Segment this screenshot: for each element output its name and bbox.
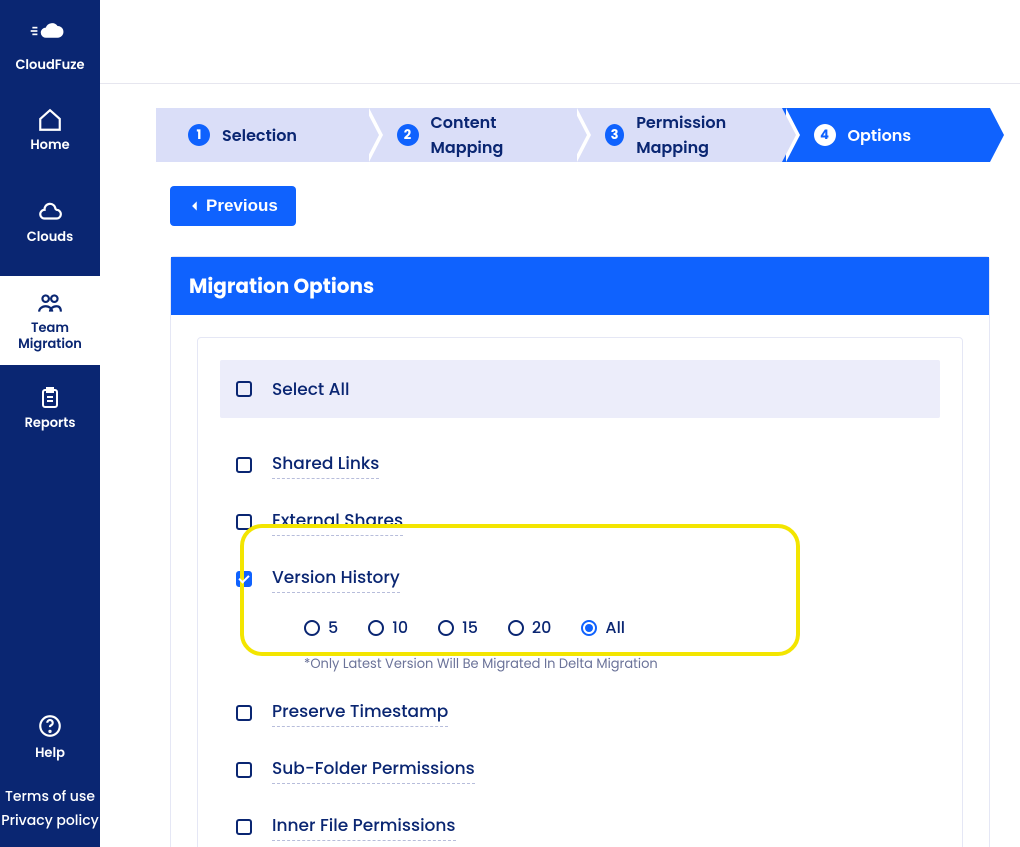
checkbox-shared-links[interactable] <box>236 457 252 473</box>
step-number: 2 <box>397 124 419 146</box>
radio-15[interactable]: 15 <box>438 615 478 640</box>
sidebar-item-label: Clouds <box>27 229 73 245</box>
radio-icon <box>368 620 384 636</box>
option-label: Preserve Timestamp <box>272 698 448 727</box>
step-number: 1 <box>188 124 210 146</box>
sidebar-item-label: Reports <box>25 415 76 431</box>
option-label: Sub-Folder Permissions <box>272 755 475 784</box>
help-icon <box>37 713 63 739</box>
radio-5[interactable]: 5 <box>304 615 338 640</box>
sidebar-item-label: Help <box>35 743 65 763</box>
migration-options-panel: Migration Options Select All Shared Link… <box>170 256 990 847</box>
option-label: Shared Links <box>272 450 379 479</box>
option-shared-links[interactable]: Shared Links <box>220 438 940 491</box>
brand: CloudFuze <box>15 20 84 75</box>
panel-title: Migration Options <box>171 257 989 315</box>
option-label: Inner File Permissions <box>272 812 456 841</box>
step-options[interactable]: 4 Options <box>782 108 991 162</box>
option-select-all[interactable]: Select All <box>220 360 940 418</box>
terms-of-use-link[interactable]: Terms of use <box>5 785 95 809</box>
sidebar-item-home[interactable]: Home <box>0 93 100 167</box>
step-permission-mapping[interactable]: 3 Permission Mapping <box>573 108 782 162</box>
checkbox-version-history[interactable] <box>236 571 252 587</box>
step-content-mapping[interactable]: 2 Content Mapping <box>365 108 574 162</box>
radio-label: 10 <box>392 615 408 640</box>
home-icon <box>37 107 63 133</box>
team-icon <box>36 290 64 316</box>
main-area: 1 Selection 2 Content Mapping 3 Permissi… <box>100 0 1020 847</box>
cloudfuze-logo-icon <box>29 20 71 49</box>
version-history-radio-group: 5 10 15 20 <box>220 609 940 646</box>
checkbox-subfolder-permissions[interactable] <box>236 762 252 778</box>
chevron-left-icon <box>188 199 202 213</box>
checkbox-preserve-timestamp[interactable] <box>236 705 252 721</box>
stepper: 1 Selection 2 Content Mapping 3 Permissi… <box>156 108 990 162</box>
radio-label: All <box>605 615 625 640</box>
sidebar: CloudFuze Home Clouds <box>0 0 100 847</box>
sidebar-item-label: Team Migration <box>18 320 82 351</box>
topbar <box>100 0 1020 84</box>
option-preserve-timestamp[interactable]: Preserve Timestamp <box>220 686 940 739</box>
radio-icon <box>438 620 454 636</box>
radio-label: 15 <box>462 615 478 640</box>
step-number: 4 <box>814 124 836 146</box>
radio-icon <box>581 620 597 636</box>
step-label: Selection <box>222 123 297 148</box>
option-external-shares[interactable]: External Shares <box>220 495 940 548</box>
checkbox-inner-file-permissions[interactable] <box>236 819 252 835</box>
sidebar-item-help[interactable]: Help <box>35 713 65 763</box>
sidebar-item-reports[interactable]: Reports <box>0 371 100 445</box>
sidebar-item-team-migration[interactable]: Team Migration <box>0 276 100 365</box>
option-inner-file-permissions[interactable]: Inner File Permissions <box>220 800 940 847</box>
radio-icon <box>508 620 524 636</box>
previous-button-label: Previous <box>206 196 278 216</box>
cloud-icon <box>37 199 63 225</box>
step-selection[interactable]: 1 Selection <box>156 108 365 162</box>
radio-10[interactable]: 10 <box>368 615 408 640</box>
step-label: Content Mapping <box>431 110 574 160</box>
sidebar-item-clouds[interactable]: Clouds <box>0 185 100 259</box>
previous-button[interactable]: Previous <box>170 186 296 226</box>
step-label: Permission Mapping <box>636 110 781 160</box>
checkbox-external-shares[interactable] <box>236 514 252 530</box>
version-history-note: *Only Latest Version Will Be Migrated In… <box>220 646 940 686</box>
radio-label: 20 <box>532 615 552 640</box>
checkbox-select-all[interactable] <box>236 381 252 397</box>
option-subfolder-permissions[interactable]: Sub-Folder Permissions <box>220 743 940 796</box>
option-label: External Shares <box>272 507 403 536</box>
radio-all[interactable]: All <box>581 615 625 640</box>
brand-name: CloudFuze <box>15 55 84 75</box>
radio-icon <box>304 620 320 636</box>
privacy-policy-link[interactable]: Privacy policy <box>1 809 99 833</box>
sidebar-item-label: Home <box>30 137 69 153</box>
option-label: Version History <box>272 564 400 593</box>
reports-icon <box>38 385 62 411</box>
radio-20[interactable]: 20 <box>508 615 552 640</box>
option-version-history[interactable]: Version History <box>220 552 940 605</box>
radio-label: 5 <box>328 615 338 640</box>
step-label: Options <box>848 123 912 148</box>
step-number: 3 <box>605 124 624 146</box>
option-label: Select All <box>272 376 350 402</box>
